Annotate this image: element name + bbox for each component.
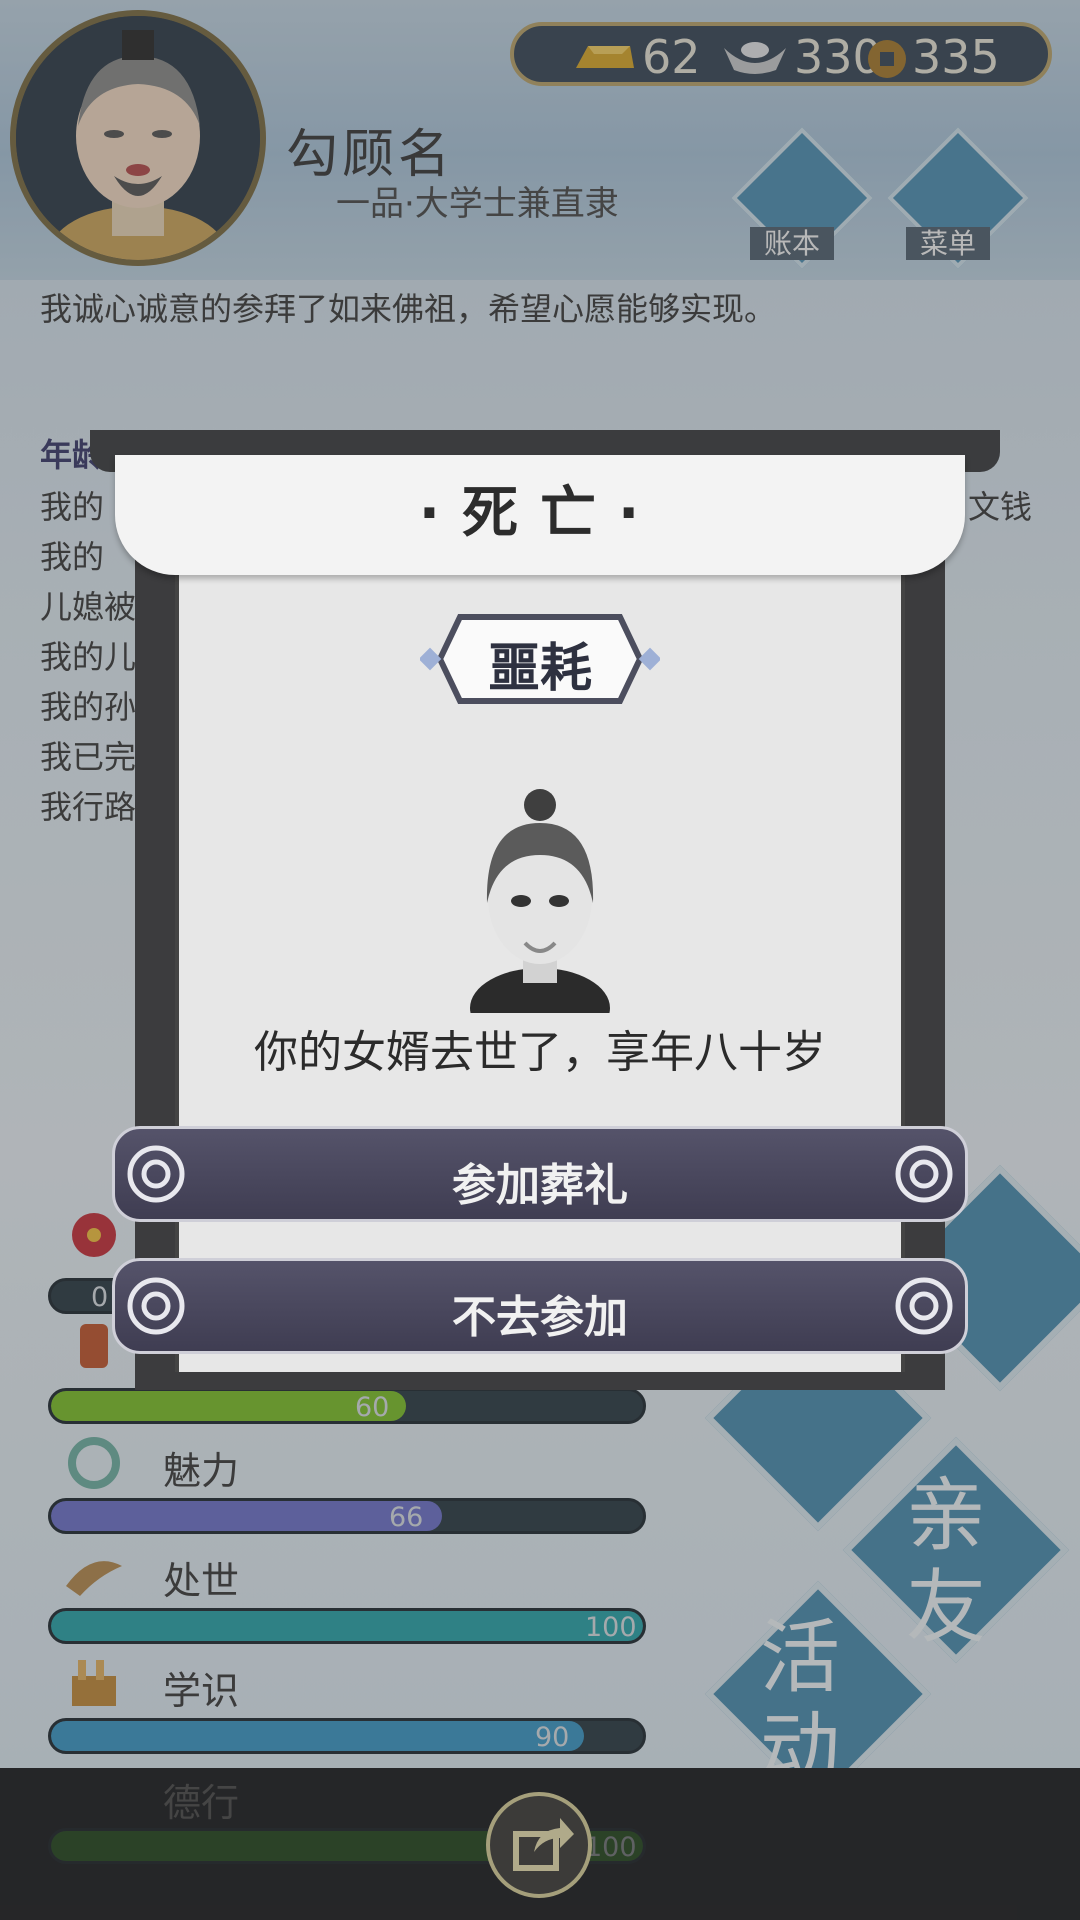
dialog-badge: 噩耗: [487, 639, 592, 699]
decline-button[interactable]: 不去参加: [112, 1258, 968, 1354]
decline-label: 不去参加: [452, 1292, 628, 1343]
attend-funeral-label: 参加葬礼: [452, 1160, 628, 1211]
cloud-swirl-icon: [895, 1145, 953, 1203]
dialog-title: ·死亡·: [418, 481, 662, 546]
attend-funeral-button[interactable]: 参加葬礼: [112, 1126, 968, 1222]
dialog-message: 你的女婿去世了，享年八十岁: [254, 1027, 826, 1078]
son-in-law-portrait-icon: [470, 789, 610, 1013]
cloud-swirl-icon: [895, 1277, 953, 1335]
